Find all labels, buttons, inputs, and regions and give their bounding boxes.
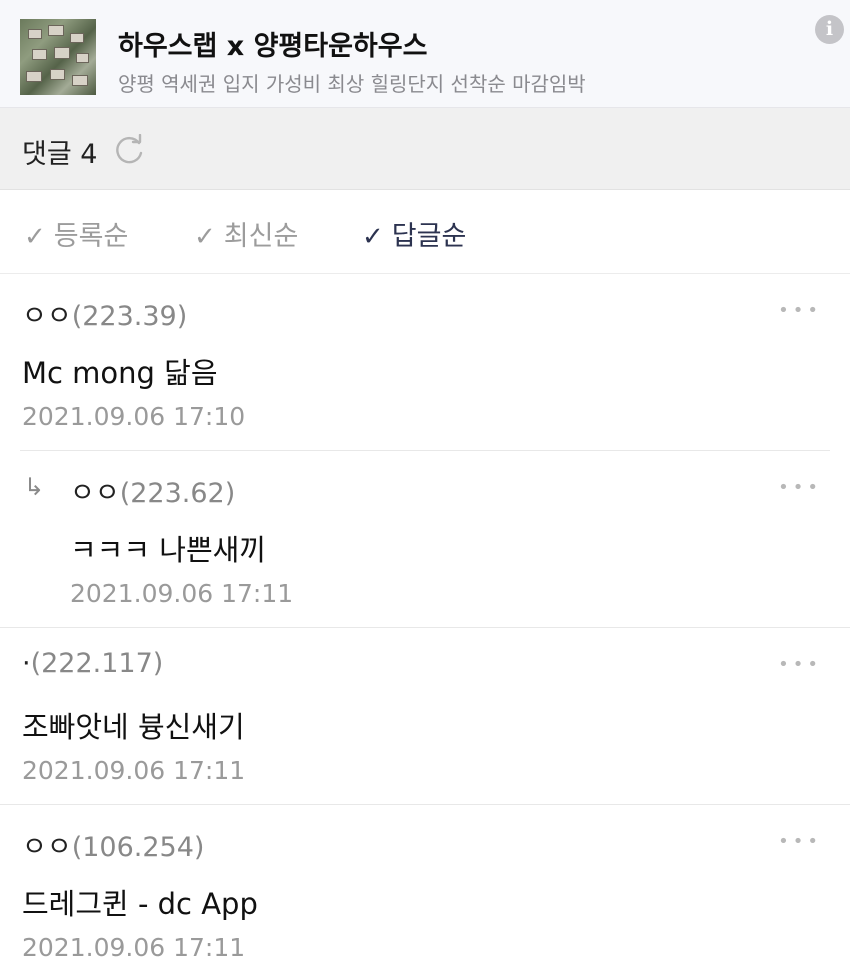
comment-author[interactable]: ㅇㅇ(223.62) [70, 471, 235, 510]
comment-item: ㅇㅇ(106.254) ••• 드레그퀸 - dc App 2021.09.06… [0, 805, 850, 972]
comment-ip: (223.62) [119, 478, 236, 509]
more-options-icon[interactable]: ••• [778, 654, 822, 675]
comment-item: ㅇㅇ(223.39) ••• Mc mong 닮음 2021.09.06 17:… [0, 274, 850, 451]
refresh-icon[interactable] [112, 134, 146, 168]
check-icon: ✓ [194, 222, 216, 252]
reply-item: ↳ ㅇㅇ(223.62) ••• ㅋㅋㅋ 나쁜새끼 2021.09.06 17:… [0, 451, 850, 628]
comment-ip: (222.117) [30, 648, 164, 679]
ad-thumbnail-image[interactable] [20, 19, 96, 95]
more-options-icon[interactable]: ••• [778, 300, 822, 321]
check-icon: ✓ [362, 222, 384, 252]
comment-date: 2021.09.06 17:11 [70, 579, 294, 608]
more-options-icon[interactable]: ••• [778, 831, 822, 852]
more-options-icon[interactable]: ••• [778, 477, 822, 498]
ad-banner[interactable]: 하우스랩 x 양평타운하우스 양평 역세권 입지 가성비 최상 힐링단지 선착순… [0, 0, 850, 108]
sort-registered[interactable]: ✓ 등록순 [24, 214, 128, 253]
comment-count: 댓글 4 [22, 139, 98, 170]
ad-subtitle[interactable]: 양평 역세권 입지 가성비 최상 힐링단지 선착순 마감임박 [118, 68, 586, 97]
check-icon: ✓ [24, 222, 46, 252]
ad-title[interactable]: 하우스랩 x 양평타운하우스 [118, 24, 427, 63]
comment-nickname: ㅇㅇ [22, 832, 72, 863]
comment-nickname: · [22, 648, 31, 679]
sort-replies[interactable]: ✓ 답글순 [362, 214, 466, 253]
comment-body: Mc mong 닮음 [22, 356, 218, 390]
comment-date: 2021.09.06 17:10 [22, 402, 246, 431]
sort-label: 답글순 [391, 221, 467, 252]
comment-author[interactable]: ·(222.117) [22, 648, 163, 679]
comment-nickname: ㅇㅇ [22, 301, 72, 332]
reply-arrow-icon: ↳ [24, 473, 45, 501]
comment-nickname: ㅇㅇ [70, 478, 120, 509]
comment-item: ·(222.117) ••• 조빠앗네 븅신새기 2021.09.06 17:1… [0, 628, 850, 805]
comment-ip: (223.39) [71, 301, 188, 332]
info-icon[interactable]: i [815, 15, 844, 44]
comment-body: 조빠앗네 븅신새기 [22, 710, 245, 744]
comment-body: ㅋㅋㅋ 나쁜새끼 [70, 533, 266, 567]
sort-label: 등록순 [53, 221, 129, 252]
comment-author[interactable]: ㅇㅇ(223.39) [22, 294, 187, 333]
comment-date: 2021.09.06 17:11 [22, 756, 246, 785]
comment-body: 드레그퀸 - dc App [22, 887, 258, 921]
sort-latest[interactable]: ✓ 최신순 [194, 214, 298, 253]
comment-ip: (106.254) [71, 832, 205, 863]
comment-author[interactable]: ㅇㅇ(106.254) [22, 825, 204, 864]
comment-date: 2021.09.06 17:11 [22, 933, 246, 962]
sort-label: 최신순 [223, 221, 299, 252]
sort-bar: ✓ 등록순 ✓ 최신순 ✓ 답글순 [0, 190, 850, 274]
